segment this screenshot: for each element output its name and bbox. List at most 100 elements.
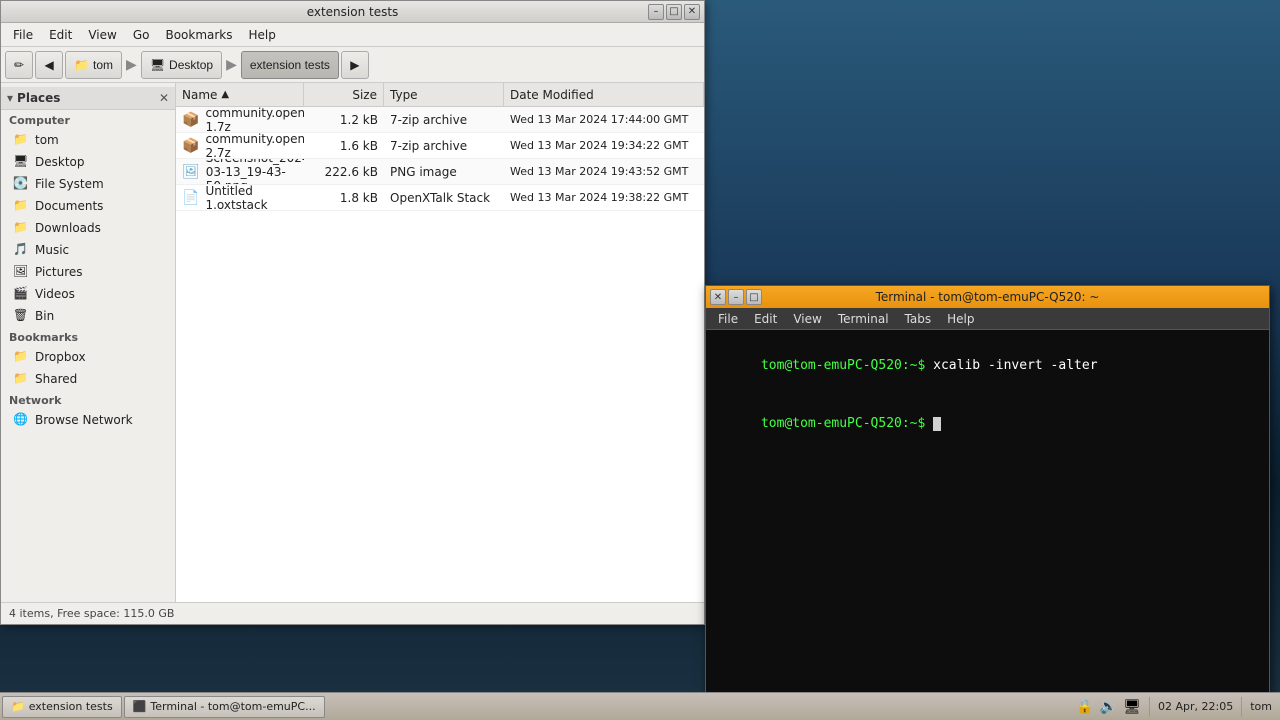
fm-breadcrumb-desktop[interactable]: 🖥 Desktop — [141, 51, 222, 79]
taskbar-separator — [1149, 697, 1150, 717]
system-user: tom — [1250, 700, 1272, 713]
term-menu-file[interactable]: File — [710, 310, 746, 328]
fm-close-button[interactable]: ✕ — [684, 4, 700, 20]
documents-icon: 📁 — [13, 198, 29, 214]
fl-cell-type-2: PNG image — [384, 159, 504, 184]
fm-minimize-button[interactable]: – — [648, 4, 664, 20]
fl-cell-date-0: Wed 13 Mar 2024 17:44:00 GMT — [504, 107, 704, 132]
fm-menu-bookmarks[interactable]: Bookmarks — [157, 26, 240, 44]
sidebar-item-browse-network[interactable]: 🌐 Browse Network — [1, 409, 175, 431]
term-titlebar: ✕ – □ Terminal - tom@tom-emuPC-Q520: ~ — [706, 286, 1269, 308]
dropbox-icon: 📁 — [13, 349, 29, 365]
places-header: ▾ Places ✕ — [1, 87, 175, 110]
taskbar-separator-2 — [1241, 697, 1242, 717]
fl-cell-name-0: 📦 community.openxtalk.plugin.oxtlite 1.7… — [176, 107, 304, 132]
systray-volume-icon[interactable]: 🔊 — [1100, 699, 1117, 715]
downloads-icon: 📁 — [13, 220, 29, 236]
sidebar-item-music[interactable]: 🎵 Music — [1, 239, 175, 261]
fm-menu-edit[interactable]: Edit — [41, 26, 80, 44]
fl-cell-name-3: 📄 Untitled 1.oxtstack — [176, 185, 304, 210]
table-row[interactable]: 📦 community.openxtalk.plugin.oxtlite 2.7… — [176, 133, 704, 159]
fm-window-controls: – □ ✕ — [648, 4, 700, 20]
term-window-controls: ✕ – □ — [710, 289, 762, 305]
fl-col-date[interactable]: Date Modified — [504, 83, 704, 106]
terminal-icon: ⬛ — [133, 700, 147, 713]
term-menu-edit[interactable]: Edit — [746, 310, 785, 328]
drive-icon: 💽 — [13, 176, 29, 192]
term-menu-help[interactable]: Help — [939, 310, 982, 328]
fm-breadcrumb-extension-tests[interactable]: extension tests — [241, 51, 339, 79]
sidebar-item-pictures[interactable]: 🖼 Pictures — [1, 261, 175, 283]
sidebar-section-bookmarks: Bookmarks — [1, 327, 175, 346]
sidebar-item-bin[interactable]: 🗑 Bin — [1, 305, 175, 327]
sidebar-item-videos[interactable]: 🎬 Videos — [1, 283, 175, 305]
sidebar-item-tom[interactable]: 📁 tom — [1, 129, 175, 151]
term-close-button[interactable]: ✕ — [710, 289, 726, 305]
sidebar-item-desktop[interactable]: 🖥 Desktop — [1, 151, 175, 173]
term-menu-tabs[interactable]: Tabs — [897, 310, 940, 328]
folder-icon: 📁 — [13, 132, 29, 148]
taskbar-item-terminal[interactable]: ⬛ Terminal - tom@tom-emuPC... — [124, 696, 325, 718]
sidebar-item-downloads[interactable]: 📁 Downloads — [1, 217, 175, 239]
term-title: Terminal - tom@tom-emuPC-Q520: ~ — [876, 290, 1100, 304]
oxtstack-icon: 📄 — [182, 190, 199, 206]
sidebar-section-computer: Computer — [1, 110, 175, 129]
sidebar-item-documents[interactable]: 📁 Documents — [1, 195, 175, 217]
term-prompt-0: tom@tom-emuPC-Q520:~$ — [761, 358, 933, 373]
fm-filelist: Name ▲ Size Type Date Modified 📦 communi… — [176, 83, 704, 602]
fm-menu-go[interactable]: Go — [125, 26, 158, 44]
filemanager-window: extension tests – □ ✕ File Edit View Go … — [0, 0, 705, 625]
fl-cell-date-1: Wed 13 Mar 2024 19:34:22 GMT — [504, 133, 704, 158]
table-row[interactable]: 🖼 Screenshot_2024-03-13_19-43-50.png 222… — [176, 159, 704, 185]
system-clock: 02 Apr, 22:05 — [1158, 700, 1233, 713]
sidebar-item-filesystem[interactable]: 💽 File System — [1, 173, 175, 195]
sidebar-item-dropbox[interactable]: 📁 Dropbox — [1, 346, 175, 368]
taskbar-right: 🔒 🔊 🖥 02 Apr, 22:05 tom — [1076, 697, 1278, 717]
breadcrumb-sep-1: ▶ — [124, 57, 139, 73]
fm-menu-file[interactable]: File — [5, 26, 41, 44]
term-line-1: tom@tom-emuPC-Q520:~$ — [714, 395, 1261, 454]
desktop-icon: 🖥 — [150, 58, 165, 72]
taskbar-item-filemanager[interactable]: 📁 extension tests — [2, 696, 122, 718]
fl-cell-type-3: OpenXTalk Stack — [384, 185, 504, 210]
fl-cell-date-3: Wed 13 Mar 2024 19:38:22 GMT — [504, 185, 704, 210]
folder-icon: 📁 — [11, 700, 25, 713]
fm-maximize-button[interactable]: □ — [666, 4, 682, 20]
systray-lock-icon[interactable]: 🔒 — [1076, 699, 1093, 715]
fl-cell-name-2: 🖼 Screenshot_2024-03-13_19-43-50.png — [176, 159, 304, 184]
term-body[interactable]: tom@tom-emuPC-Q520:~$ xcalib -invert -al… — [706, 330, 1269, 694]
fl-col-name[interactable]: Name ▲ — [176, 83, 304, 106]
term-maximize-button[interactable]: □ — [746, 289, 762, 305]
term-cmd-0: xcalib -invert -alter — [933, 358, 1097, 373]
table-row[interactable]: 📦 community.openxtalk.plugin.oxtlite 1.7… — [176, 107, 704, 133]
fm-menu-help[interactable]: Help — [241, 26, 284, 44]
term-menu-terminal[interactable]: Terminal — [830, 310, 897, 328]
sort-arrow-icon: ▲ — [221, 89, 229, 100]
fm-edit-bookmarks-button[interactable]: ✏ — [5, 51, 33, 79]
places-close-button[interactable]: ✕ — [159, 91, 169, 105]
systray-display-icon[interactable]: 🖥 — [1123, 699, 1141, 715]
fl-col-size[interactable]: Size — [304, 83, 384, 106]
fm-back-button[interactable]: ◀ — [35, 51, 63, 79]
term-menubar: File Edit View Terminal Tabs Help — [706, 308, 1269, 330]
fm-forward-button[interactable]: ▶ — [341, 51, 369, 79]
png-icon: 🖼 — [182, 164, 200, 180]
fm-menu-view[interactable]: View — [80, 26, 124, 44]
term-menu-view[interactable]: View — [785, 310, 829, 328]
term-cursor — [933, 417, 941, 431]
fl-cell-size-2: 222.6 kB — [304, 159, 384, 184]
term-line-0: tom@tom-emuPC-Q520:~$ xcalib -invert -al… — [714, 336, 1261, 395]
term-minimize-button[interactable]: – — [728, 289, 744, 305]
fl-cell-size-3: 1.8 kB — [304, 185, 384, 210]
fm-titlebar: extension tests – □ ✕ — [1, 1, 704, 23]
sidebar-item-shared[interactable]: 📁 Shared — [1, 368, 175, 390]
fm-sidebar: ▾ Places ✕ Computer 📁 tom 🖥 Desktop 💽 Fi… — [1, 83, 176, 602]
desktop-icon: 🖥 — [13, 154, 29, 170]
fm-breadcrumb-tom[interactable]: 📁 tom — [65, 51, 122, 79]
table-row[interactable]: 📄 Untitled 1.oxtstack 1.8 kB OpenXTalk S… — [176, 185, 704, 211]
fl-cell-size-0: 1.2 kB — [304, 107, 384, 132]
fl-col-type[interactable]: Type — [384, 83, 504, 106]
fl-cell-type-0: 7-zip archive — [384, 107, 504, 132]
fm-main: ▾ Places ✕ Computer 📁 tom 🖥 Desktop 💽 Fi… — [1, 83, 704, 602]
fl-cell-name-1: 📦 community.openxtalk.plugin.oxtlite 2.7… — [176, 133, 304, 158]
